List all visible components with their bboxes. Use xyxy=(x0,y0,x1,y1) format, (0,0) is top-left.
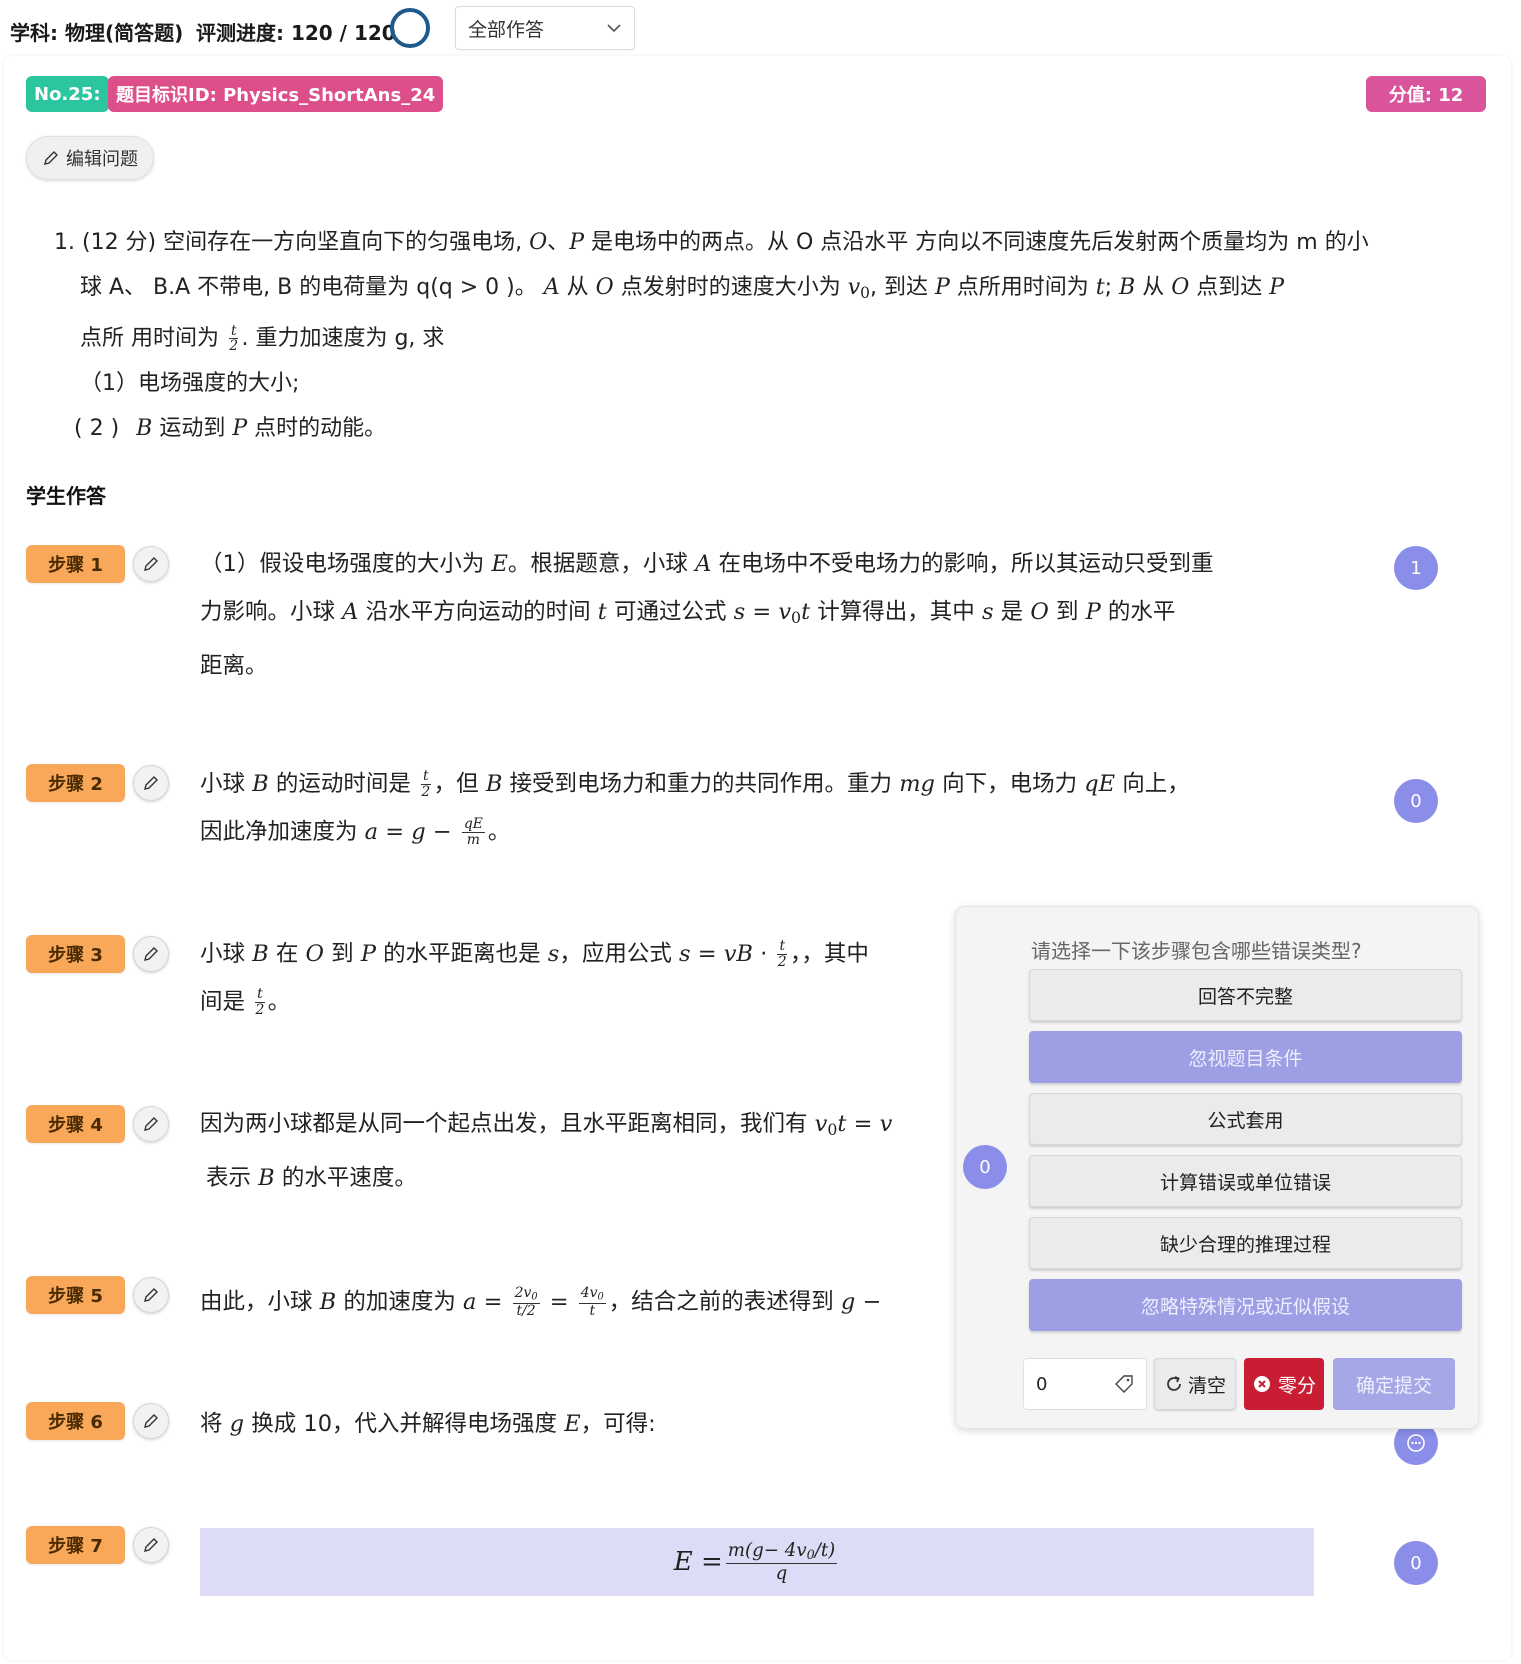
close-circle-icon xyxy=(1253,1376,1270,1392)
error-option-incomplete[interactable]: 回答不完整 xyxy=(1029,969,1462,1021)
error-option-formula-misuse[interactable]: 公式套用 xyxy=(1029,1093,1462,1145)
score-input[interactable]: 0 xyxy=(1023,1358,1147,1410)
tag-icon xyxy=(1115,1375,1133,1393)
question-sub-2: ( 2 ) B 运动到 P 点时的动能。 xyxy=(74,415,387,441)
step-3-badge[interactable]: 步骤 3 xyxy=(26,935,125,973)
pencil-icon xyxy=(144,1288,158,1302)
chat-bubble-icon xyxy=(1407,1434,1425,1452)
error-option-ignore-special-cases[interactable]: 忽略特殊情况或近似假设 xyxy=(1029,1279,1462,1331)
question-number-tag: No.25: xyxy=(26,76,109,112)
pencil-icon xyxy=(144,947,158,961)
confirm-submit-button[interactable]: 确定提交 xyxy=(1333,1358,1455,1410)
question-text: 1. (12 分) 空间存在一方向坚直向下的匀强电场, O、P 是电场中的两点。… xyxy=(54,220,1434,451)
error-option-calculation-error[interactable]: 计算错误或单位错误 xyxy=(1029,1155,1462,1207)
clear-button[interactable]: 清空 xyxy=(1154,1358,1236,1410)
step-7-score[interactable]: 0 xyxy=(1394,1541,1438,1585)
step-4-text: 因为两小球都是从同一个起点出发，且水平距离相同，我们有 v0t = v 表示 B… xyxy=(200,1111,893,1191)
step-2-text: 小球 B 的运动时间是 t 2 ，但 B 接受到电场力和重力的共同作用。重力 mg … xyxy=(200,768,1190,848)
step-7-formula: E = m(g− 4v0/t) q xyxy=(200,1528,1314,1596)
step-7-edit-button[interactable] xyxy=(133,1527,169,1563)
step-2-score[interactable]: 0 xyxy=(1394,779,1438,823)
score-input-value: 0 xyxy=(1036,1373,1048,1395)
edit-question-button[interactable]: 编辑问题 xyxy=(26,136,154,180)
edit-question-label: 编辑问题 xyxy=(66,149,138,170)
chevron-down-icon xyxy=(607,24,621,33)
pencil-icon xyxy=(144,1117,158,1131)
question-line-3: 点所 用时间为 t2. 重力加速度为 g, 求 xyxy=(80,323,445,355)
pencil-icon xyxy=(144,776,158,790)
answer-filter-select[interactable]: 全部作答 xyxy=(455,6,635,50)
question-sub-1: （1）电场强度的大小; xyxy=(80,370,300,396)
error-option-missing-reasoning[interactable]: 缺少合理的推理过程 xyxy=(1029,1217,1462,1269)
error-type-popup: 请选择一下该步骤包含哪些错误类型? 回答不完整 忽视题目条件 公式套用 计算错误… xyxy=(955,906,1479,1429)
step-1-score[interactable]: 1 xyxy=(1394,546,1438,590)
step-1-text: （1）假设电场强度的大小为 E。根据题意，小球 A 在电场中不受电场力的影响，所… xyxy=(200,551,1214,679)
zero-score-button[interactable]: 零分 xyxy=(1244,1358,1324,1410)
error-popup-title: 请选择一下该步骤包含哪些错误类型? xyxy=(1031,939,1362,963)
step-6-edit-button[interactable] xyxy=(133,1403,169,1439)
error-option-ignore-conditions[interactable]: 忽视题目条件 xyxy=(1029,1031,1462,1083)
step-3-edit-button[interactable] xyxy=(133,936,169,972)
step-3-text: 小球 B 在 O 到 P 的水平距离也是 s，应用公式 s = vB · t 2，… xyxy=(200,938,869,1018)
question-score-tag: 分值: 12 xyxy=(1366,76,1486,112)
step-4-edit-button[interactable] xyxy=(133,1106,169,1142)
pencil-icon xyxy=(144,1414,158,1428)
question-line-2: 球 A、 B.A 不带电, B 的电荷量为 q(q > 0 )。 A 从 O 点… xyxy=(80,275,1285,302)
refresh-icon xyxy=(1167,1376,1181,1391)
top-bar: 学科: 物理(简答题) 评测进度: 120 / 120 全部作答 xyxy=(0,0,1521,56)
progress-label: 评测进度: 120 / 120 xyxy=(196,21,396,45)
step-1-edit-button[interactable] xyxy=(133,546,169,582)
step-4-score[interactable]: 0 xyxy=(963,1145,1007,1189)
step-5-text: 由此，小球 B 的加速度为 a = 2v0 t/2 = 4v0 t ，结合之前的表述得… xyxy=(200,1285,882,1320)
clear-label: 清空 xyxy=(1187,1374,1226,1397)
step-6-badge[interactable]: 步骤 6 xyxy=(26,1402,125,1440)
question-line-1: 1. (12 分) 空间存在一方向坚直向下的匀强电场, O、P 是电场中的两点。… xyxy=(54,230,1369,255)
step-2-badge[interactable]: 步骤 2 xyxy=(26,764,125,802)
step-7-badge[interactable]: 步骤 7 xyxy=(26,1526,125,1564)
subject-label: 学科: 物理(简答题) xyxy=(10,21,184,45)
pencil-icon xyxy=(44,151,58,165)
answer-filter-value: 全部作答 xyxy=(468,18,545,41)
step-5-badge[interactable]: 步骤 5 xyxy=(26,1276,125,1314)
zero-score-label: 零分 xyxy=(1277,1374,1316,1397)
pencil-icon xyxy=(144,1538,158,1552)
question-id-tag: 题目标识ID: Physics_ShortAns_24 xyxy=(108,76,444,112)
pencil-icon xyxy=(144,557,158,571)
step-2-edit-button[interactable] xyxy=(133,765,169,801)
student-answer-heading: 学生作答 xyxy=(26,484,106,508)
progress-ring-icon xyxy=(390,8,430,48)
step-1-badge[interactable]: 步骤 1 xyxy=(26,545,125,583)
step-4-badge[interactable]: 步骤 4 xyxy=(26,1105,125,1143)
step-5-edit-button[interactable] xyxy=(133,1277,169,1313)
